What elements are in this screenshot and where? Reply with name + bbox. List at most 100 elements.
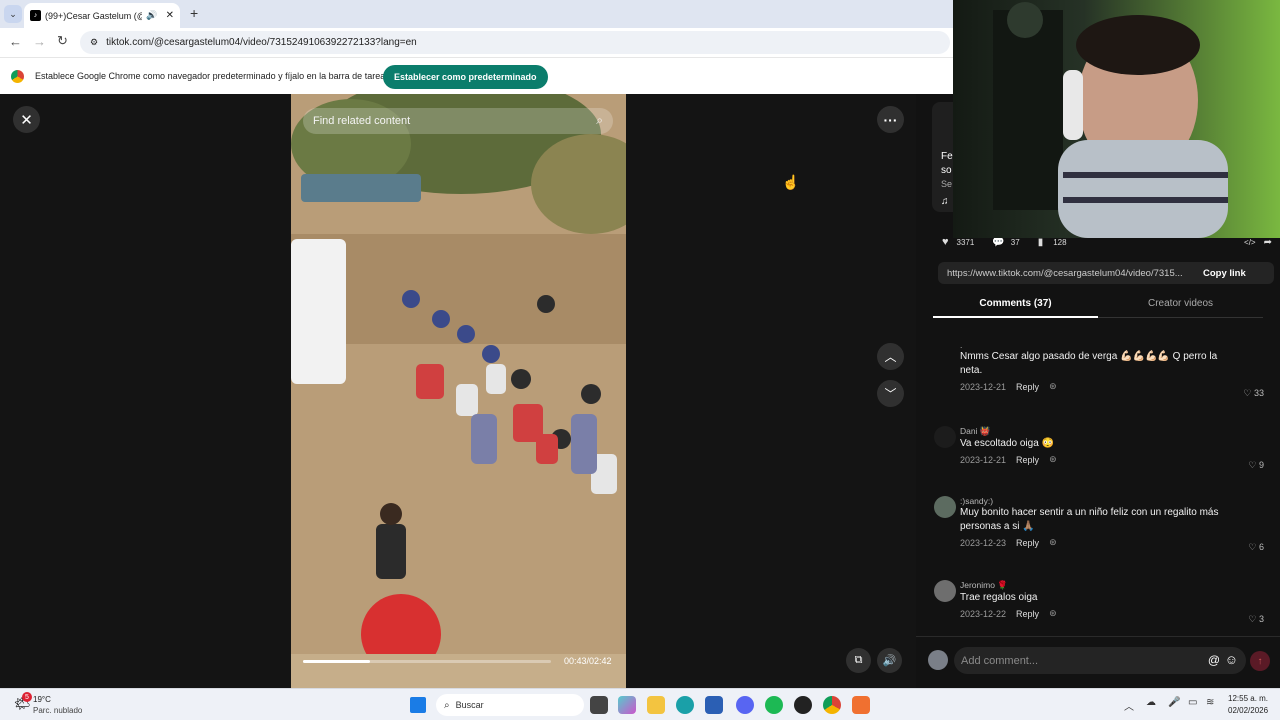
video-scene [291,94,626,688]
tray-chevron-icon[interactable]: ︿ [1124,698,1134,713]
info-fragment-2: so [941,165,952,176]
comment-item: Dani 👹 Va escoltado oiga 😳 2023-12-21 Re… [934,426,1270,470]
more-options-button[interactable]: ··· [877,106,904,133]
webcam-scene [993,2,1228,238]
discord-icon[interactable] [736,696,754,714]
weather-temp: 19°C [33,695,51,704]
new-tab-icon[interactable]: + [190,5,198,21]
reply-button[interactable]: Reply [1016,455,1039,465]
tray-wifi-icon[interactable]: ≋ [1206,697,1214,708]
previous-video-button[interactable]: ︿ [877,343,904,370]
task-view-icon[interactable] [590,696,608,714]
comment-date: 2023-12-21 [960,454,1007,465]
reload-icon[interactable]: ↻ [57,33,68,49]
file-explorer-icon[interactable] [647,696,665,714]
comment-username[interactable]: Jeronimo 🌹 [960,580,1270,591]
app-icon[interactable] [852,696,870,714]
store-icon[interactable] [705,696,723,714]
taskbar-search[interactable]: ⌕ Buscar [436,694,584,716]
share-arrow-icon[interactable]: ➦ [1264,237,1272,248]
avatar[interactable] [934,496,956,518]
comment-username[interactable]: . [960,340,1270,350]
tray-mic-icon[interactable]: 🎤 [1168,697,1180,708]
comment-text: Trae regalos oiga [960,592,1038,603]
tray-display-icon[interactable]: ▭ [1188,697,1197,708]
comment-like[interactable]: ♡ 33 [1243,388,1264,399]
forward-icon[interactable]: → [33,34,46,49]
webcam-overlay [953,0,1280,238]
tray-network-icon[interactable]: ☁ [1146,697,1156,708]
find-related-search[interactable]: Find related content ⌕ [303,108,613,134]
comment-date: 2023-12-22 [960,608,1007,619]
video-progress-fill [303,660,370,663]
comment-like[interactable]: ♡ 6 [1248,542,1264,553]
comment-like[interactable]: ♡ 9 [1248,460,1264,471]
copilot-icon[interactable] [618,696,636,714]
spotify-icon[interactable] [765,696,783,714]
search-icon: ⌕ [444,699,450,711]
volume-button[interactable]: 🔊 [877,648,902,673]
weather-widget[interactable]: 🌤 5 19°C Parc. nublado [8,692,108,718]
comment-item: . Nmms Cesar algo pasado de verga 💪🏻💪🏻💪🏻… [940,340,1270,398]
tab-comments[interactable]: Comments (37) [933,298,1098,318]
add-comment-field[interactable]: Add comment... @ ☺ [954,647,1246,674]
comment-username[interactable]: Dani 👹 [960,426,1270,437]
reply-button[interactable]: Reply [1016,609,1039,619]
info-fragment-1: Fe [941,151,953,162]
address-bar-row: ← → ↻ ⚙ tiktok.com/@cesargastelum04/vide… [0,28,960,57]
avatar[interactable] [934,580,956,602]
weather-desc: Parc. nublado [33,706,83,715]
save-count: 128 [1053,237,1067,247]
comment-text: Nmms Cesar algo pasado de verga 💪🏻💪🏻💪🏻💪🏻… [960,351,1218,376]
like-icon[interactable]: ♥ [942,236,949,248]
obs-icon[interactable] [794,696,812,714]
close-tab-icon[interactable]: ✕ [166,10,174,21]
embed-icon[interactable]: </> [1244,238,1256,247]
comment-date: 2023-12-23 [960,537,1007,548]
bookmark-icon[interactable]: ▮ [1038,237,1044,248]
search-icon[interactable]: ⌕ [596,113,603,128]
edge-icon[interactable] [676,696,694,714]
chrome-icon[interactable] [823,696,841,714]
comment-divider [916,636,1280,637]
clock-time[interactable]: 12:55 a. m. [1228,694,1268,703]
browser-tab-strip: ⌄ ♪ (99+)Cesar Gastelum (@ce 🔊 ✕ + [0,0,960,28]
tab-search-icon[interactable]: ⌄ [4,5,22,23]
emoji-icon[interactable]: ☺ [1225,652,1238,667]
taskbar-search-label: Buscar [455,700,484,710]
video-time: 00:43/02:42 [564,656,612,666]
site-info-icon[interactable]: ⚙ [90,37,98,48]
comment-like-count: 9 [1258,460,1264,470]
share-link-box: https://www.tiktok.com/@cesargastelum04/… [938,262,1274,284]
tab-creator-videos[interactable]: Creator videos [1098,298,1263,318]
browser-tab[interactable]: ♪ (99+)Cesar Gastelum (@ce 🔊 ✕ [24,3,180,28]
comment-like[interactable]: ♡ 3 [1248,614,1264,625]
clock-date[interactable]: 02/02/2026 [1228,706,1268,715]
pip-button[interactable]: ⧉ [846,648,871,673]
share-link-text: https://www.tiktok.com/@cesargastelum04/… [947,267,1183,279]
post-comment-button[interactable]: ↑ [1250,651,1270,671]
creator-liked-icon: ⊛ [1049,381,1057,391]
comment-like-count: 33 [1253,388,1264,398]
mention-icon[interactable]: @ [1208,653,1220,667]
reply-button[interactable]: Reply [1016,382,1039,392]
chrome-logo-icon [11,70,24,83]
back-icon[interactable]: ← [9,34,22,49]
reply-button[interactable]: Reply [1016,538,1039,548]
avatar[interactable] [934,426,956,448]
video-progress-track[interactable] [303,660,551,663]
windows-start-icon[interactable] [410,697,426,713]
next-video-button[interactable]: ﹀ [877,380,904,407]
mouse-cursor-icon: ☝ [782,174,800,190]
infobar-text: Establece Google Chrome como navegador p… [35,71,390,81]
close-video-button[interactable]: ✕ [13,106,40,133]
copy-link-button[interactable]: Copy link [1203,268,1246,279]
comment-meta: 2023-12-21 Reply ⊛ [960,454,1270,465]
creator-liked-icon: ⊛ [1049,454,1057,464]
comment-username[interactable]: :)sandy:) [960,496,1270,506]
url-field[interactable]: ⚙ tiktok.com/@cesargastelum04/video/7315… [80,31,950,54]
video-frame[interactable]: Find related content ⌕ 00:43/02:42 [291,94,626,688]
comment-icon[interactable]: 💬 [992,237,1004,248]
comment-text: Muy bonito hacer sentir a un niño feliz … [960,507,1219,532]
set-default-button[interactable]: Establecer como predeterminado [383,65,548,89]
